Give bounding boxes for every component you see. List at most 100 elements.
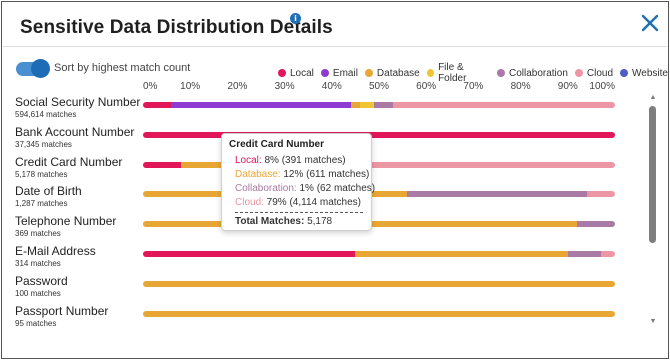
bar-segment-database[interactable]: [350, 102, 361, 108]
bar-segment-collaboration[interactable]: [567, 251, 601, 257]
legend-dot: [426, 69, 435, 77]
legend-item-cloud[interactable]: Cloud: [574, 67, 614, 79]
category-label: Social Security Number: [15, 95, 141, 109]
legend-dot: [364, 69, 373, 77]
legend-dot: [620, 69, 629, 77]
category-label: E-Mail Address: [15, 244, 96, 258]
match-count: 1,287 matches: [15, 199, 68, 209]
sort-toggle[interactable]: [16, 59, 50, 78]
bar-segment-collaboration[interactable]: [577, 221, 615, 228]
legend-label: Local: [290, 67, 314, 79]
tooltip-line-name: Cloud:: [235, 197, 264, 208]
category-label: Bank Account Number: [15, 124, 135, 139]
x-tick-label: 20%: [227, 81, 248, 92]
stacked-bar[interactable]: [143, 161, 615, 168]
legend-label: Website: [632, 67, 668, 79]
bar-segment-collaboration[interactable]: [407, 191, 587, 198]
legend-label: Cloud: [586, 67, 614, 79]
scroll-down-icon[interactable]: ▼: [649, 318, 657, 326]
bar-segment-local[interactable]: [143, 102, 172, 108]
tooltip-line: Database: 12% (611 matches): [229, 168, 369, 182]
match-count: 594,614 matches: [15, 110, 77, 119]
category-label: Password: [15, 273, 68, 288]
tooltip-total-label: Total Matches:: [235, 216, 305, 227]
close-icon[interactable]: [639, 12, 661, 34]
bar-segment-email[interactable]: [171, 102, 351, 108]
category-label: Date of Birth: [15, 184, 82, 199]
tooltip-line-value: 79% (4,114 matches): [263, 197, 361, 208]
legend-dot: [496, 69, 505, 77]
bar-segment-local[interactable]: [143, 161, 181, 168]
legend-dot: [278, 69, 286, 77]
legend-item-email[interactable]: Email: [320, 67, 358, 79]
vertical-scrollbar[interactable]: ▲ ▼: [647, 94, 659, 326]
stacked-bar[interactable]: [143, 221, 615, 228]
tooltip-line-value: 12% (611 matches): [280, 169, 370, 180]
tooltip-total-value: 5,178: [307, 216, 333, 227]
tooltip-title: Credit Card Number: [229, 139, 325, 150]
bar-segment-database[interactable]: [143, 280, 615, 287]
stacked-bar[interactable]: [143, 191, 615, 198]
legend-item-local[interactable]: Local: [278, 68, 314, 79]
bar-segment-database[interactable]: [355, 251, 568, 257]
match-count: 37,345 matches: [15, 139, 72, 149]
chart-row: E-Mail Address 314 matches: [2, 243, 642, 273]
stacked-bar[interactable]: [143, 102, 615, 108]
close-button[interactable]: [639, 12, 661, 34]
category-label: Telephone Number: [15, 214, 117, 229]
chart-row: Password 100 matches: [2, 273, 642, 303]
bar-segment-cloud[interactable]: [393, 102, 615, 108]
match-count: 100 matches: [15, 288, 61, 298]
stacked-bar[interactable]: [143, 251, 615, 257]
bar-segment-file-folder[interactable]: [360, 102, 375, 108]
stacked-bar[interactable]: [143, 280, 615, 287]
tooltip-lines: Local: 8% (391 matches) Database: 12% (61…: [229, 154, 375, 210]
tooltip-line-value: 8% (391 matches): [261, 155, 346, 166]
header-divider: [3, 46, 667, 47]
chart-tooltip: Credit Card Number Local: 8% (391 matche…: [221, 133, 375, 231]
legend-dot: [574, 69, 583, 77]
category-label: Passport Number: [15, 303, 109, 318]
tooltip-separator: [235, 212, 363, 213]
tooltip-line: Collaboration: 1% (62 matches): [229, 182, 375, 196]
x-axis-ticks: 0% 10% 20% 30% 40% 50% 60% 70% 80% 90% 100%: [2, 81, 670, 93]
sensitive-data-modal: Sensitive Data Distribution Details i So…: [1, 1, 669, 359]
chart-row: Social Security Number 594,614 matches: [2, 94, 642, 124]
legend-label: Database: [376, 67, 420, 79]
tooltip-line-name: Local:: [235, 155, 262, 166]
chart-row: Passport Number 95 matches: [2, 303, 642, 333]
legend-label: Collaboration: [508, 67, 568, 79]
x-tick-label: 90%: [557, 81, 578, 92]
toggle-knob[interactable]: [31, 59, 50, 78]
tooltip-line-name: Database:: [235, 169, 281, 180]
x-tick-label: 50%: [368, 81, 390, 92]
legend-item-website[interactable]: Website: [620, 68, 668, 79]
x-tick-label: 100%: [589, 81, 615, 92]
stacked-bar[interactable]: [143, 310, 615, 317]
modal-title: Sensitive Data Distribution Details: [20, 17, 333, 38]
stacked-bar[interactable]: [143, 131, 615, 138]
match-count: 369 matches: [15, 229, 61, 239]
tooltip-line-value: 1% (62 matches): [296, 183, 376, 194]
info-icon[interactable]: i: [290, 13, 301, 24]
tooltip-line-name: Collaboration:: [235, 183, 297, 194]
scroll-up-icon[interactable]: ▲: [649, 94, 657, 102]
bar-segment-database[interactable]: [143, 310, 615, 317]
bar-segment-cloud[interactable]: [586, 191, 615, 198]
bar-segment-collaboration[interactable]: [374, 102, 394, 108]
legend-item-database[interactable]: Database: [364, 67, 420, 79]
category-label: Credit Card Number: [15, 154, 123, 169]
sort-toggle-label: Sort by highest match count: [54, 62, 191, 74]
x-tick-label: 10%: [180, 81, 201, 92]
legend-item-collaboration[interactable]: Collaboration: [496, 67, 568, 79]
tooltip-line: Cloud: 79% (4,114 matches): [229, 196, 364, 210]
tooltip-total: Total Matches: 5,178: [229, 216, 364, 227]
bar-segment-cloud[interactable]: [600, 251, 615, 257]
legend-label: Email: [332, 67, 358, 79]
match-count: 5,178 matches: [15, 169, 68, 179]
match-count: 95 matches: [15, 318, 57, 328]
bar-segment-local[interactable]: [143, 251, 356, 257]
scrollbar-thumb[interactable]: [649, 106, 656, 243]
x-tick-label: 60%: [416, 81, 437, 92]
bar-segment-local[interactable]: [143, 131, 615, 138]
